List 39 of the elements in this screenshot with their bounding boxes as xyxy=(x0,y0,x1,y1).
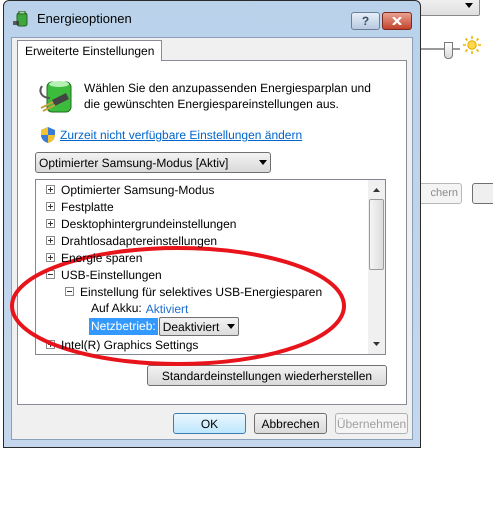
expand-icon[interactable] xyxy=(46,202,55,211)
caret-icon xyxy=(227,324,236,329)
expand-icon[interactable] xyxy=(46,219,55,228)
tree-item[interactable]: Optimierter Samsung-Modus xyxy=(61,180,214,198)
window-title: Energieoptionen xyxy=(37,10,132,28)
expand-icon[interactable] xyxy=(46,253,55,262)
scrollbar[interactable] xyxy=(368,180,385,354)
tree-item[interactable]: Einstellung für selektives USB-Energiesparen xyxy=(80,282,322,300)
dialog-button[interactable]: OK xyxy=(173,413,246,434)
sun-icon xyxy=(463,36,481,54)
close-button[interactable] xyxy=(382,12,412,30)
tree-item[interactable]: Desktophintergrundeinstellungen xyxy=(61,214,236,232)
expand-icon[interactable] xyxy=(46,185,55,194)
plan-dropdown[interactable]: Optimierter Samsung-Modus [Aktiv] xyxy=(35,152,271,173)
tree-item[interactable]: Drahtlosadaptereinstellungen xyxy=(61,232,218,250)
intro-text: Wählen Sie den anzupassenden Energiesparplan und die gewünschten Energiespareinstellungen aus. xyxy=(84,80,372,113)
tree-item[interactable]: USB-Einstellungen xyxy=(61,266,162,284)
scroll-down-icon[interactable] xyxy=(373,342,380,346)
expand-icon[interactable] xyxy=(46,236,55,245)
close-icon xyxy=(392,17,402,25)
restore-defaults-button[interactable]: Standardeinstellungen wiederherstellen xyxy=(147,365,387,386)
shield-icon xyxy=(41,127,55,143)
collapse-icon[interactable] xyxy=(65,287,74,296)
setting-dropdown[interactable]: Deaktiviert xyxy=(158,317,240,336)
caret-icon xyxy=(259,160,267,165)
caret-icon xyxy=(465,2,473,8)
tree-item[interactable]: Festplatte xyxy=(61,198,114,216)
setting-label[interactable]: Auf Akku: xyxy=(89,300,144,317)
admin-link[interactable]: Zurzeit nicht verfügbare Einstellungen ändern xyxy=(60,126,302,144)
scroll-up-icon[interactable] xyxy=(373,188,380,192)
scroll-thumb[interactable] xyxy=(369,199,384,270)
battery-plug-icon xyxy=(38,80,74,114)
tree-item[interactable]: Intel(R) Graphics Settings xyxy=(61,336,198,354)
tab[interactable]: Erweiterte Einstellungen xyxy=(17,40,162,61)
dialog-button[interactable]: Abbrechen xyxy=(254,413,327,434)
slider-thumb[interactable] xyxy=(444,42,453,59)
setting-value-link[interactable]: Aktiviert xyxy=(146,300,188,318)
background-button[interactable] xyxy=(472,183,493,204)
help-button[interactable]: ? xyxy=(351,12,380,30)
